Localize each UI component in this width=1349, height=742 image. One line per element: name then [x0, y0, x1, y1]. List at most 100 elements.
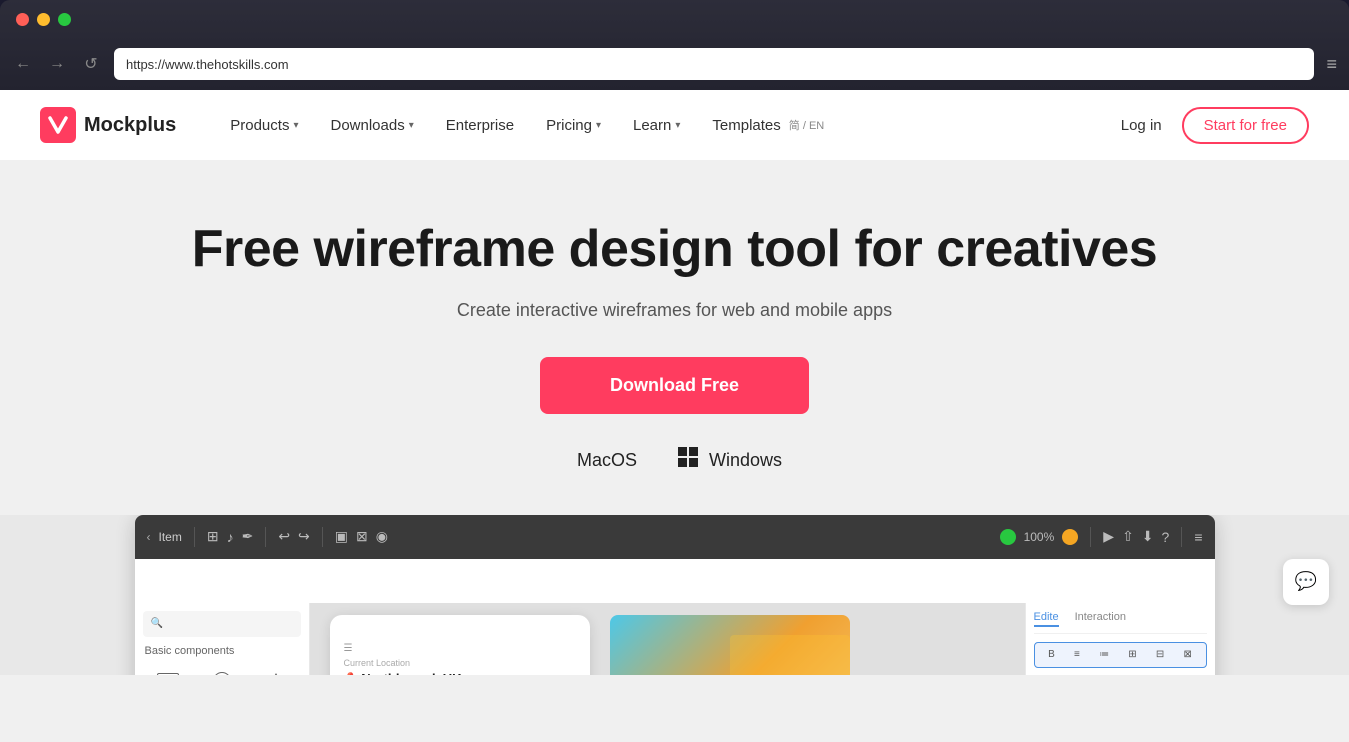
nav-item-learn[interactable]: Learn ▾	[619, 109, 694, 142]
props-tab-interaction[interactable]: Interaction	[1075, 611, 1126, 627]
nav-right: Log in Start for free	[1121, 107, 1309, 144]
close-traffic-light[interactable]	[16, 13, 29, 26]
components-sidebar: 🔍 Basic components Rectangle Circle	[135, 603, 310, 675]
back-button[interactable]: ←	[12, 53, 34, 75]
toolbar-separator-1	[194, 527, 195, 547]
hamburger-icon: ☰	[344, 643, 353, 654]
toolbar-menu-icon[interactable]: ≡	[1194, 529, 1202, 545]
platform-windows[interactable]: Windows	[677, 446, 782, 475]
nav-lang-inline: 简 / EN	[789, 117, 824, 133]
toolbar-new-icon[interactable]: ⊞	[207, 528, 219, 545]
toolbar-separator-2	[265, 527, 266, 547]
location-pin-icon: 📍	[344, 672, 358, 675]
chat-bubble[interactable]: 💬	[1283, 559, 1329, 605]
toolbar-separator-5	[1181, 527, 1182, 547]
toolbar-share-icon[interactable]: ⇧	[1122, 528, 1134, 545]
props-tabs: Edite Interaction	[1034, 611, 1207, 634]
toolbar-separator-3	[322, 527, 323, 547]
url-bar[interactable]: https://www.thehotskills.com	[114, 48, 1314, 80]
toolbar-play-icon[interactable]: ▶	[1103, 528, 1114, 545]
platform-macos[interactable]: MacOS	[567, 450, 637, 471]
format-center-icon[interactable]: ⊟	[1156, 649, 1164, 660]
forward-button[interactable]: →	[46, 53, 68, 75]
zoom-indicator	[1000, 529, 1016, 545]
component-circle[interactable]: Circle	[197, 665, 247, 675]
toolbar-item-label: Item	[159, 530, 182, 544]
toolbar-chevron-icon: ‹	[147, 530, 151, 544]
browser-titlebar	[0, 0, 1349, 38]
macos-label: MacOS	[577, 450, 637, 471]
toolbar-pin-icon[interactable]: ♪	[227, 529, 234, 545]
search-icon: 🔍	[151, 618, 163, 629]
format-bold-icon[interactable]: B	[1048, 649, 1055, 660]
toolbar-pen-icon[interactable]: ✒	[242, 528, 254, 545]
props-panel: Edite Interaction B ≡ ≔ ⊞ ⊟ ⊠ Rectangle	[1025, 603, 1215, 675]
sidebar-section-title: Basic components	[143, 645, 301, 657]
minimize-traffic-light[interactable]	[37, 13, 50, 26]
nav-enterprise-label: Enterprise	[446, 117, 514, 134]
pricing-chevron-icon: ▾	[596, 120, 601, 131]
props-tab-edit[interactable]: Edite	[1034, 611, 1059, 627]
page-content: Mockplus Products ▾ Downloads ▾ Enterpri…	[0, 90, 1349, 742]
toolbar-separator-4	[1090, 527, 1091, 547]
circle-shape	[208, 671, 236, 675]
download-free-button[interactable]: Download Free	[540, 357, 809, 414]
refresh-button[interactable]: ↺	[80, 53, 102, 75]
nav-item-templates[interactable]: Templates 简 / EN	[698, 109, 838, 142]
windows-icon	[677, 446, 699, 475]
products-chevron-icon: ▾	[293, 120, 298, 131]
hero-platforms: MacOS Windows	[567, 446, 782, 475]
canvas-area: ☰ Current Location 📍 Northbound, UK	[310, 603, 1025, 675]
logo-text: Mockplus	[84, 114, 176, 137]
login-button[interactable]: Log in	[1121, 117, 1162, 134]
toolbar-help-icon[interactable]: ?	[1162, 529, 1170, 545]
chat-icon: 💬	[1295, 571, 1317, 592]
browser-chrome: ← → ↺ https://www.thehotskills.com ≡	[0, 0, 1349, 90]
sidebar-search[interactable]: 🔍	[143, 611, 301, 637]
format-align-icon[interactable]: ≡	[1074, 649, 1080, 660]
format-list-icon[interactable]: ≔	[1099, 649, 1109, 660]
nav-templates-label: Templates	[712, 117, 780, 134]
downloads-chevron-icon: ▾	[409, 120, 414, 131]
toolbar-frame-icon[interactable]: ▣	[335, 528, 348, 545]
app-toolbar: ‹ Item ⊞ ♪ ✒ ↩ ↪ ▣ ⊠ ◉ 100% ▶	[135, 515, 1215, 559]
card-city: Northbound, UK	[361, 671, 461, 675]
logo-link[interactable]: Mockplus	[40, 107, 176, 143]
windows-label: Windows	[709, 450, 782, 471]
browser-menu-button[interactable]: ≡	[1326, 54, 1337, 75]
toolbar-download-icon[interactable]: ⬇	[1142, 528, 1154, 545]
start-for-free-button[interactable]: Start for free	[1182, 107, 1309, 144]
component-grid: Rectangle Circle Polygon	[143, 665, 301, 675]
app-window-inner: 🔍 Basic components Rectangle Circle	[135, 603, 1215, 675]
nav-links: Products ▾ Downloads ▾ Enterprise Pricin…	[216, 109, 1121, 142]
nav-item-pricing[interactable]: Pricing ▾	[532, 109, 615, 142]
toolbar-undo-icon[interactable]: ↩	[278, 528, 290, 545]
format-indent-icon[interactable]: ⊞	[1128, 649, 1136, 660]
hero-title: Free wireframe design tool for creatives	[192, 220, 1157, 280]
toolbar-component-icon[interactable]: ⊠	[356, 528, 368, 545]
maximize-traffic-light[interactable]	[58, 13, 71, 26]
toolbar-redo-icon[interactable]: ↪	[298, 528, 310, 545]
rectangle-shape	[154, 671, 182, 675]
hero-section: Free wireframe design tool for creatives…	[0, 160, 1349, 515]
hero-subtitle: Create interactive wireframes for web an…	[457, 300, 892, 321]
nav-products-label: Products	[230, 117, 289, 134]
navbar: Mockplus Products ▾ Downloads ▾ Enterpri…	[0, 90, 1349, 160]
zoom-plus-indicator	[1062, 529, 1078, 545]
nav-downloads-label: Downloads	[330, 117, 404, 134]
card-location-label: Current Location	[344, 658, 576, 668]
zoom-level: 100%	[1024, 530, 1055, 544]
component-rectangle[interactable]: Rectangle	[143, 665, 193, 675]
nav-item-enterprise[interactable]: Enterprise	[432, 109, 528, 142]
nav-item-downloads[interactable]: Downloads ▾	[316, 109, 427, 142]
canvas-card[interactable]: ☰ Current Location 📍 Northbound, UK	[330, 615, 590, 675]
format-right-icon[interactable]: ⊠	[1184, 649, 1192, 660]
browser-addressbar: ← → ↺ https://www.thehotskills.com ≡	[0, 38, 1349, 90]
app-preview-window: ‹ Item ⊞ ♪ ✒ ↩ ↪ ▣ ⊠ ◉ 100% ▶	[135, 515, 1215, 675]
app-preview-wrapper: ‹ Item ⊞ ♪ ✒ ↩ ↪ ▣ ⊠ ◉ 100% ▶	[0, 515, 1349, 675]
logo-icon	[40, 107, 76, 143]
toolbar-phone-icon[interactable]: ◉	[376, 528, 388, 545]
canvas-image	[610, 615, 850, 675]
nav-item-products[interactable]: Products ▾	[216, 109, 312, 142]
component-polygon[interactable]: Polygon	[251, 665, 301, 675]
